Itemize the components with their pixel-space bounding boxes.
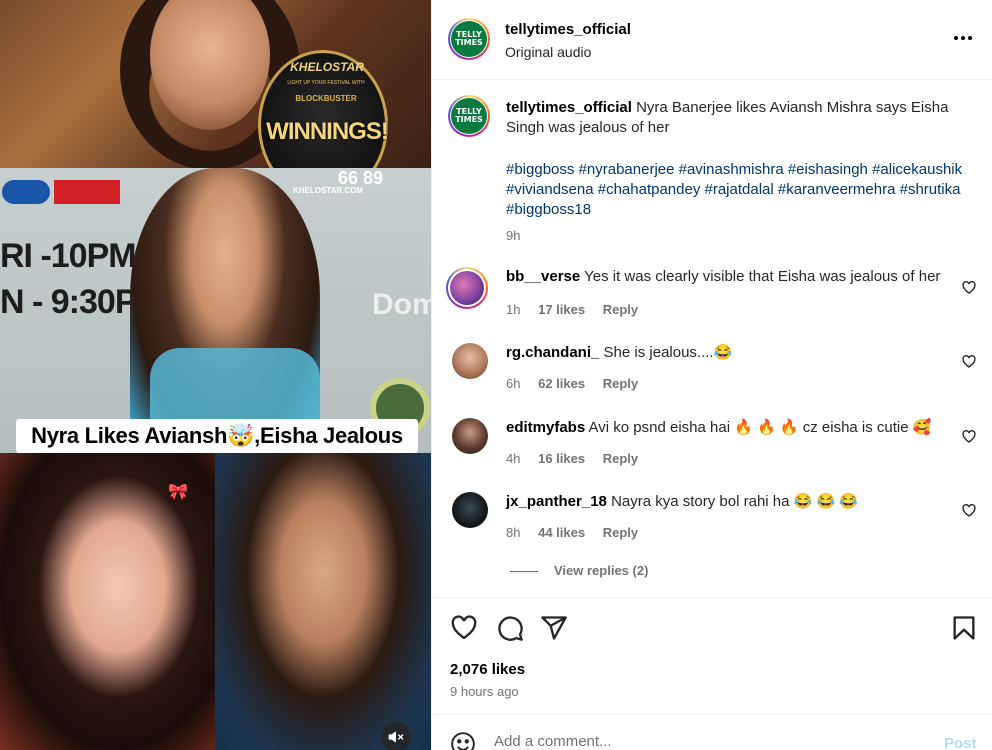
comment-body: bb__verse Yes it was clearly visible tha… [506, 267, 956, 287]
logo-text: TELLY TIMES [455, 106, 483, 124]
comment-meta: 6h 62 likes Reply [506, 376, 652, 391]
background-brand: Dom [372, 288, 431, 321]
comment-item: rg.chandani_ She is jealous....😂 6h 62 l… [432, 343, 992, 403]
tellytimes-logo: TELLY TIMES [451, 98, 487, 134]
comment-body: editmyfabs Avi ko psnd eisha hai 🔥 🔥 🔥 c… [506, 418, 956, 438]
likes-count[interactable]: 2,076 likes [450, 661, 525, 678]
mute-button[interactable] [381, 722, 411, 750]
comment-avatar[interactable] [452, 343, 488, 379]
header-username[interactable]: tellytimes_official [505, 21, 631, 38]
post-media[interactable]: KHELOSTAR LIGHT UP YOUR FESTIVAL WITH BL… [0, 0, 431, 750]
caption-username[interactable]: tellytimes_official [506, 99, 632, 116]
heart-outline-icon[interactable] [962, 281, 976, 294]
reply-button[interactable]: Reply [603, 525, 638, 540]
share-send-icon[interactable] [540, 614, 568, 642]
add-comment-bar: Post [432, 714, 992, 750]
media-middle-frame: RI -10PM N - 9:30PM 66 89 Dom [0, 168, 431, 453]
logo-text: TELLY TIMES [455, 29, 483, 47]
badge-winnings: WINNINGS! [266, 118, 389, 145]
reply-button[interactable]: Reply [603, 451, 638, 466]
comment-time[interactable]: 1h [506, 302, 520, 317]
comment-text: Avi ko psnd eisha hai 🔥 🔥 🔥 cz eisha is … [588, 419, 932, 436]
post-actions: 2,076 likes 9 hours ago [432, 597, 992, 714]
comment-time[interactable]: 4h [506, 451, 520, 466]
comment-avatar[interactable] [452, 492, 488, 528]
comment-time[interactable]: 6h [506, 376, 520, 391]
comment-item: bb__verse Yes it was clearly visible tha… [432, 267, 992, 327]
comment-username[interactable]: editmyfabs [506, 419, 585, 436]
view-replies-button[interactable]: View replies (2) [510, 563, 648, 578]
badge-tagline: LIGHT UP YOUR FESTIVAL WITH [287, 80, 365, 86]
comment-body: rg.chandani_ She is jealous....😂 [506, 343, 956, 363]
comment-username[interactable]: bb__verse [506, 268, 580, 285]
reply-button[interactable]: Reply [603, 376, 638, 391]
post-time[interactable]: 9 hours ago [450, 684, 519, 699]
comment-meta: 4h 16 likes Reply [506, 451, 652, 466]
comment-likes[interactable]: 17 likes [538, 302, 585, 317]
post-header: TELLY TIMES tellytimes_official Original… [432, 0, 992, 80]
comment-username[interactable]: rg.chandani_ [506, 344, 599, 361]
view-replies-label: View replies (2) [554, 563, 649, 578]
comments-scroll-area[interactable]: TELLY TIMES tellytimes_official Nyra Ban… [432, 81, 992, 597]
replies-divider [510, 571, 538, 573]
post-caption: tellytimes_official Nyra Banerjee likes … [506, 98, 966, 138]
comment-text: She is jealous....😂 [603, 344, 733, 361]
speaker-muted-icon [388, 731, 404, 743]
comment-item: editmyfabs Avi ko psnd eisha hai 🔥 🔥 🔥 c… [432, 418, 992, 478]
comment-bubble-icon[interactable] [496, 614, 524, 642]
post-details-panel: TELLY TIMES tellytimes_official Original… [431, 0, 992, 750]
like-heart-icon[interactable] [450, 614, 478, 642]
comment-text: Yes it was clearly visible that Eisha wa… [584, 268, 941, 285]
heart-outline-icon[interactable] [962, 355, 976, 368]
sponsor-logo-1 [2, 180, 50, 204]
badge-site: KHELOSTAR.COM [292, 186, 364, 195]
header-avatar[interactable]: TELLY TIMES [448, 18, 490, 60]
caption-hashtags[interactable]: #biggboss #nyrabanerjee #avinashmishra #… [506, 160, 966, 220]
comment-input[interactable] [494, 733, 914, 750]
more-options-button[interactable] [950, 28, 976, 48]
comment-likes[interactable]: 62 likes [538, 376, 585, 391]
heart-outline-icon[interactable] [962, 430, 976, 443]
comment-username[interactable]: jx_panther_18 [506, 493, 607, 510]
comment-item: jx_panther_18 Nayra kya story bol rahi h… [432, 492, 992, 552]
tellytimes-logo: TELLY TIMES [451, 21, 487, 57]
bow-icon: 🎀 [168, 484, 188, 501]
video-caption-overlay: Nyra Likes Aviansh🤯,Eisha Jealous [16, 419, 418, 453]
comment-time[interactable]: 8h [506, 525, 520, 540]
comment-likes[interactable]: 44 likes [538, 525, 585, 540]
comment-body: jx_panther_18 Nayra kya story bol rahi h… [506, 492, 956, 512]
comment-avatar[interactable] [446, 267, 488, 309]
comment-meta: 8h 44 likes Reply [506, 525, 652, 540]
caption-time[interactable]: 9h [506, 228, 520, 243]
comment-avatar[interactable] [452, 418, 488, 454]
comment-likes[interactable]: 16 likes [538, 451, 585, 466]
emoji-icon[interactable] [450, 731, 476, 750]
sponsor-logo-2 [54, 180, 120, 204]
audio-label[interactable]: Original audio [505, 44, 591, 60]
reply-button[interactable]: Reply [603, 302, 638, 317]
badge-brand: KHELOSTAR [290, 60, 364, 74]
ellipsis-icon [954, 36, 972, 40]
badge-blockbuster: BLOCKBUSTER [295, 94, 357, 103]
caption-avatar[interactable]: TELLY TIMES [448, 95, 490, 137]
post-comment-button[interactable]: Post [944, 735, 977, 750]
comment-meta: 1h 17 likes Reply [506, 302, 652, 317]
comment-text: Nayra kya story bol rahi ha 😂 😂 😂 [611, 493, 859, 510]
bookmark-save-icon[interactable] [950, 614, 978, 642]
heart-outline-icon[interactable] [962, 504, 976, 517]
media-bottom-right-person [215, 453, 431, 750]
